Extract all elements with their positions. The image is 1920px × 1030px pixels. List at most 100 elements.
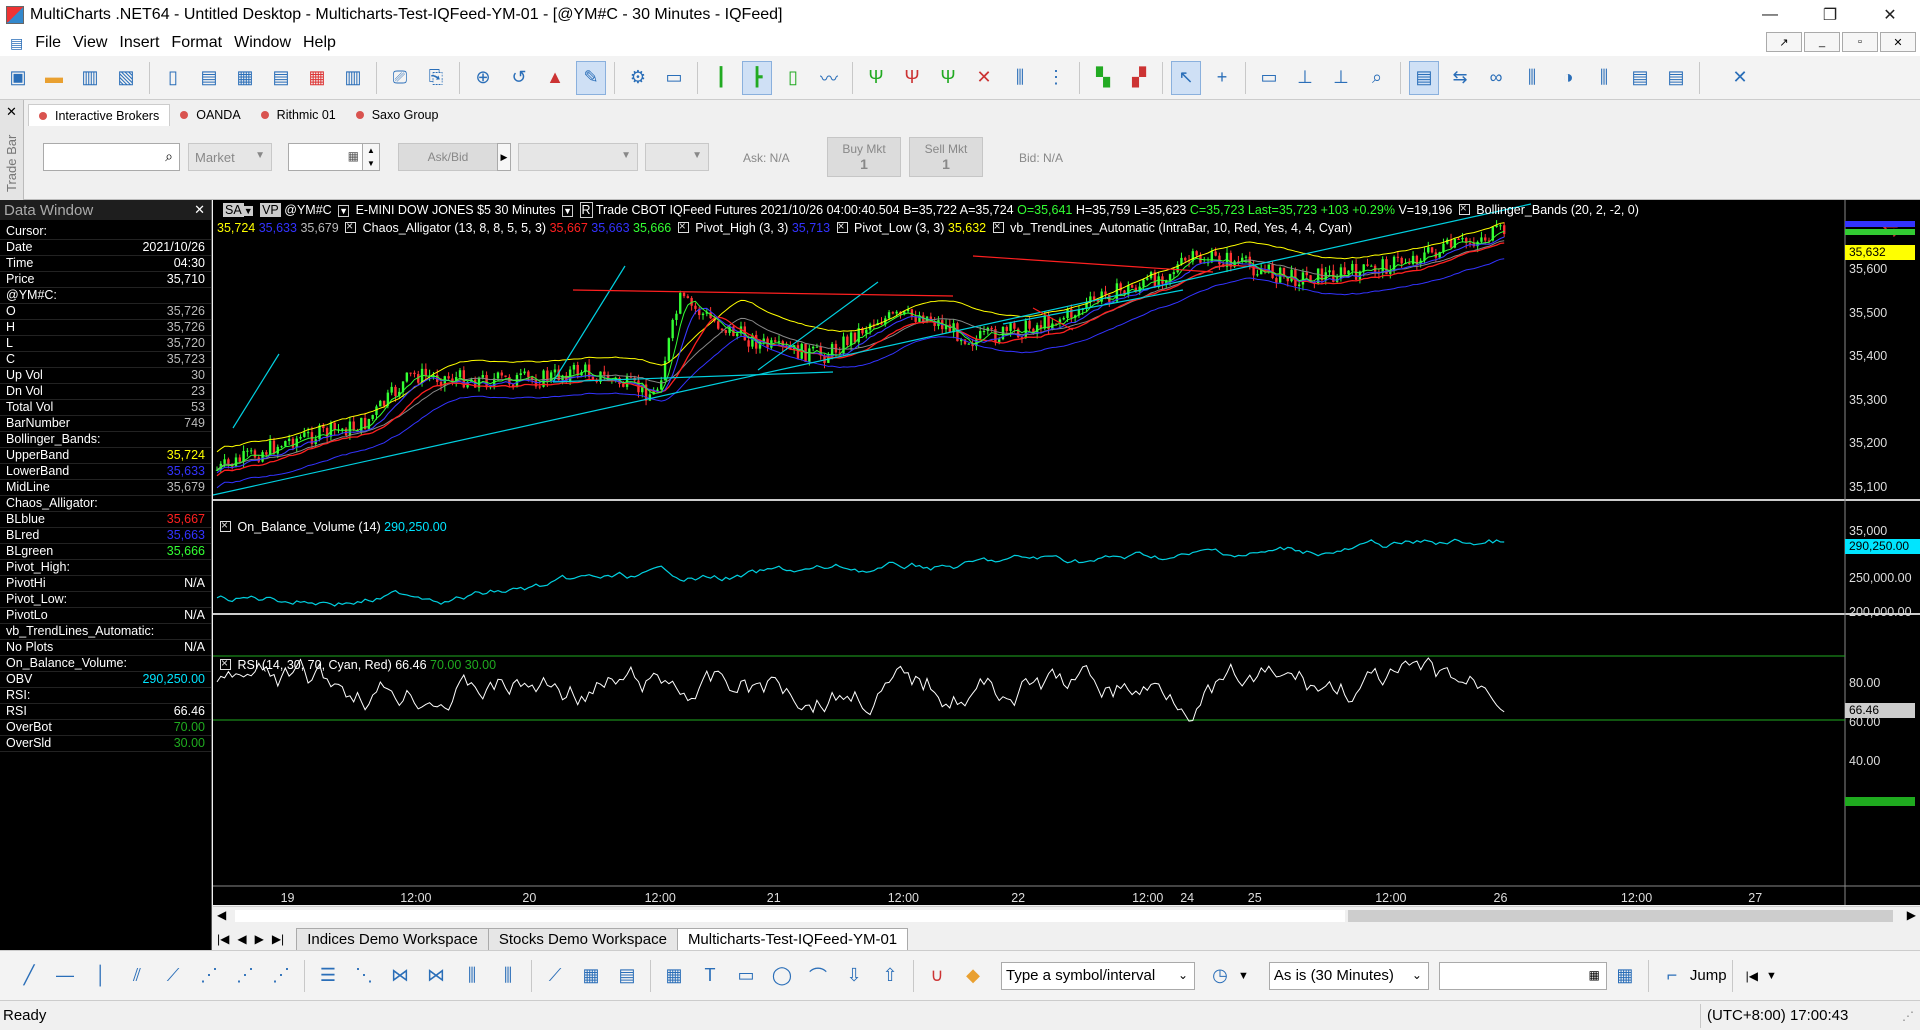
replay-icon[interactable]: ◑: [1553, 61, 1583, 95]
zoom-icon[interactable]: ⌕: [1362, 61, 1392, 95]
tab-indices-demo[interactable]: Indices Demo Workspace: [296, 928, 489, 950]
time-zones-icon[interactable]: ⫼: [457, 961, 487, 991]
chevron-down-icon[interactable]: ⌄: [1412, 968, 1422, 982]
bar-chart-icon[interactable]: ┃: [706, 61, 736, 95]
close-trade-bar-icon[interactable]: ✕: [6, 104, 17, 120]
chart-trading-icon[interactable]: ⇆: [1445, 61, 1475, 95]
next-tab-icon[interactable]: ▶: [255, 932, 264, 946]
pivot-low-close-icon[interactable]: [836, 219, 848, 233]
rsi-close-icon[interactable]: [220, 656, 231, 670]
mdi-restore-icon[interactable]: ↗: [1766, 32, 1802, 52]
rectangle-icon[interactable]: ▭: [731, 961, 761, 991]
cycle-lines-icon[interactable]: ⫼: [493, 961, 523, 991]
tab-oanda[interactable]: OANDA: [170, 104, 250, 126]
editor-icon[interactable]: ⎘: [421, 61, 451, 95]
clock-icon[interactable]: ◷: [1205, 961, 1235, 991]
tab-rithmic[interactable]: Rithmic 01: [251, 104, 346, 126]
new-workspace-icon[interactable]: ▣: [3, 61, 33, 95]
calendar-icon[interactable]: ▦: [1589, 968, 1600, 982]
volume-icon[interactable]: ▞: [1124, 61, 1154, 95]
resolution-select[interactable]: As is (30 Minutes) ⌄: [1268, 961, 1429, 990]
minimize-button[interactable]: —: [1740, 0, 1800, 30]
ruler-icon[interactable]: ⊥: [1326, 61, 1356, 95]
jump-left-icon[interactable]: |◀: [1746, 969, 1758, 983]
symbol-menu-button[interactable]: SA: [223, 203, 244, 217]
chart-icon[interactable]: ▭: [659, 61, 689, 95]
pivot-low-name[interactable]: Pivot_Low: [854, 221, 912, 235]
rsi-name[interactable]: RSI: [237, 658, 258, 672]
scroll-track[interactable]: [235, 910, 1345, 922]
account-select[interactable]: ▼: [518, 143, 638, 171]
order-type-select[interactable]: Market ▼: [188, 143, 272, 171]
resize-grip-icon[interactable]: ⋰: [1902, 1009, 1914, 1023]
obv-close-icon[interactable]: [220, 518, 231, 532]
trendlines-name[interactable]: vb_TrendLines_Automatic: [1010, 221, 1155, 235]
channel-icon[interactable]: ⫽: [122, 961, 152, 991]
order-icon[interactable]: ▤: [1625, 61, 1655, 95]
chevron-down-icon[interactable]: ▼: [1238, 970, 1249, 982]
portfolio-icon[interactable]: ▦: [302, 61, 332, 95]
trendline-icon[interactable]: ╱: [14, 961, 44, 991]
last-tab-icon[interactable]: ▶|: [272, 932, 284, 946]
gann-fan-icon[interactable]: ⋰: [194, 961, 224, 991]
andrews-pitchfork-icon[interactable]: ⟋: [540, 961, 570, 991]
menu-view[interactable]: View: [73, 34, 107, 52]
hline-icon[interactable]: ⊥: [1290, 61, 1320, 95]
renko-icon[interactable]: ⋮: [1041, 61, 1071, 95]
candlestick-icon[interactable]: ┣: [742, 60, 772, 95]
open-icon[interactable]: ▬: [39, 61, 69, 95]
insert-object-icon[interactable]: ✎: [576, 60, 606, 95]
magnet-icon[interactable]: ∪: [922, 961, 952, 991]
calculator-icon[interactable]: ▦: [659, 961, 689, 991]
tab-iqfeed-ym[interactable]: Multicharts-Test-IQFeed-YM-01: [676, 928, 909, 950]
speed-lines-icon[interactable]: ⋰: [266, 961, 296, 991]
interval-dropdown-icon[interactable]: ▼: [562, 205, 574, 217]
report-icon[interactable]: ▥: [338, 61, 368, 95]
power-language-icon[interactable]: ⎚: [385, 61, 415, 95]
chevron-down-icon[interactable]: ▼: [1766, 970, 1777, 982]
pivot-high-name[interactable]: Pivot_High: [695, 221, 755, 235]
ohlc-icon[interactable]: Ψ: [861, 61, 891, 95]
alligator-close-icon[interactable]: [345, 219, 357, 233]
ask-bid-arrow-icon[interactable]: ▶: [497, 143, 511, 171]
alert-icon[interactable]: ⫼: [1589, 61, 1619, 95]
first-tab-icon[interactable]: |◀: [217, 932, 229, 946]
collapse-icon[interactable]: ✕: [1725, 61, 1755, 95]
buy-market-button[interactable]: Buy Mkt 1: [827, 137, 901, 177]
jump-button[interactable]: Jump: [1690, 967, 1727, 984]
chevron-down-icon[interactable]: ▼: [243, 206, 253, 216]
symbol-search-input[interactable]: ⌕: [43, 143, 180, 171]
format-series-icon[interactable]: ↺: [504, 61, 534, 95]
trendlines-close-icon[interactable]: [992, 219, 1004, 233]
symbol-dropdown-icon[interactable]: ▼: [338, 205, 350, 217]
scroll-right-icon[interactable]: ▶: [1907, 908, 1916, 922]
text-icon[interactable]: T: [695, 961, 725, 991]
close-button[interactable]: ✕: [1860, 0, 1920, 30]
arc-icon[interactable]: ⌒: [803, 961, 833, 991]
fib-time-icon[interactable]: ⋈: [385, 961, 415, 991]
bb-name[interactable]: Bollinger_Bands: [1476, 203, 1567, 217]
fib-fan-icon[interactable]: ⋰: [230, 961, 260, 991]
search-icon[interactable]: ⌕: [165, 148, 173, 165]
bar-spacing-icon[interactable]: ⫼: [1517, 61, 1547, 95]
horizontal-line-icon[interactable]: —: [50, 961, 80, 991]
fib-speed-icon[interactable]: ⋱: [349, 961, 379, 991]
sync-icon[interactable]: ▤: [1661, 61, 1691, 95]
settings-icon[interactable]: ⚙: [623, 61, 653, 95]
dom-icon[interactable]: ▦: [230, 61, 260, 95]
ask-bid-button[interactable]: Ask/Bid: [398, 143, 498, 171]
kagi-icon[interactable]: ⫼: [1005, 61, 1035, 95]
volume-profile-button[interactable]: VP: [260, 203, 281, 217]
menu-file[interactable]: File: [35, 34, 61, 52]
menu-help[interactable]: Help: [303, 34, 336, 52]
print-icon[interactable]: ▧: [111, 61, 141, 95]
point-figure-icon[interactable]: ✕: [969, 61, 999, 95]
grid-icon[interactable]: ▦: [576, 961, 606, 991]
chart-window-icon[interactable]: ▯: [158, 61, 188, 95]
date-picker[interactable]: ▦: [1438, 961, 1607, 990]
quantity-field[interactable]: ▦: [288, 143, 368, 171]
menu-window[interactable]: Window: [234, 34, 291, 52]
tab-interactive-brokers[interactable]: Interactive Brokers: [28, 104, 171, 126]
tab-saxo[interactable]: Saxo Group: [346, 104, 449, 126]
realtime-button[interactable]: R: [579, 202, 593, 218]
